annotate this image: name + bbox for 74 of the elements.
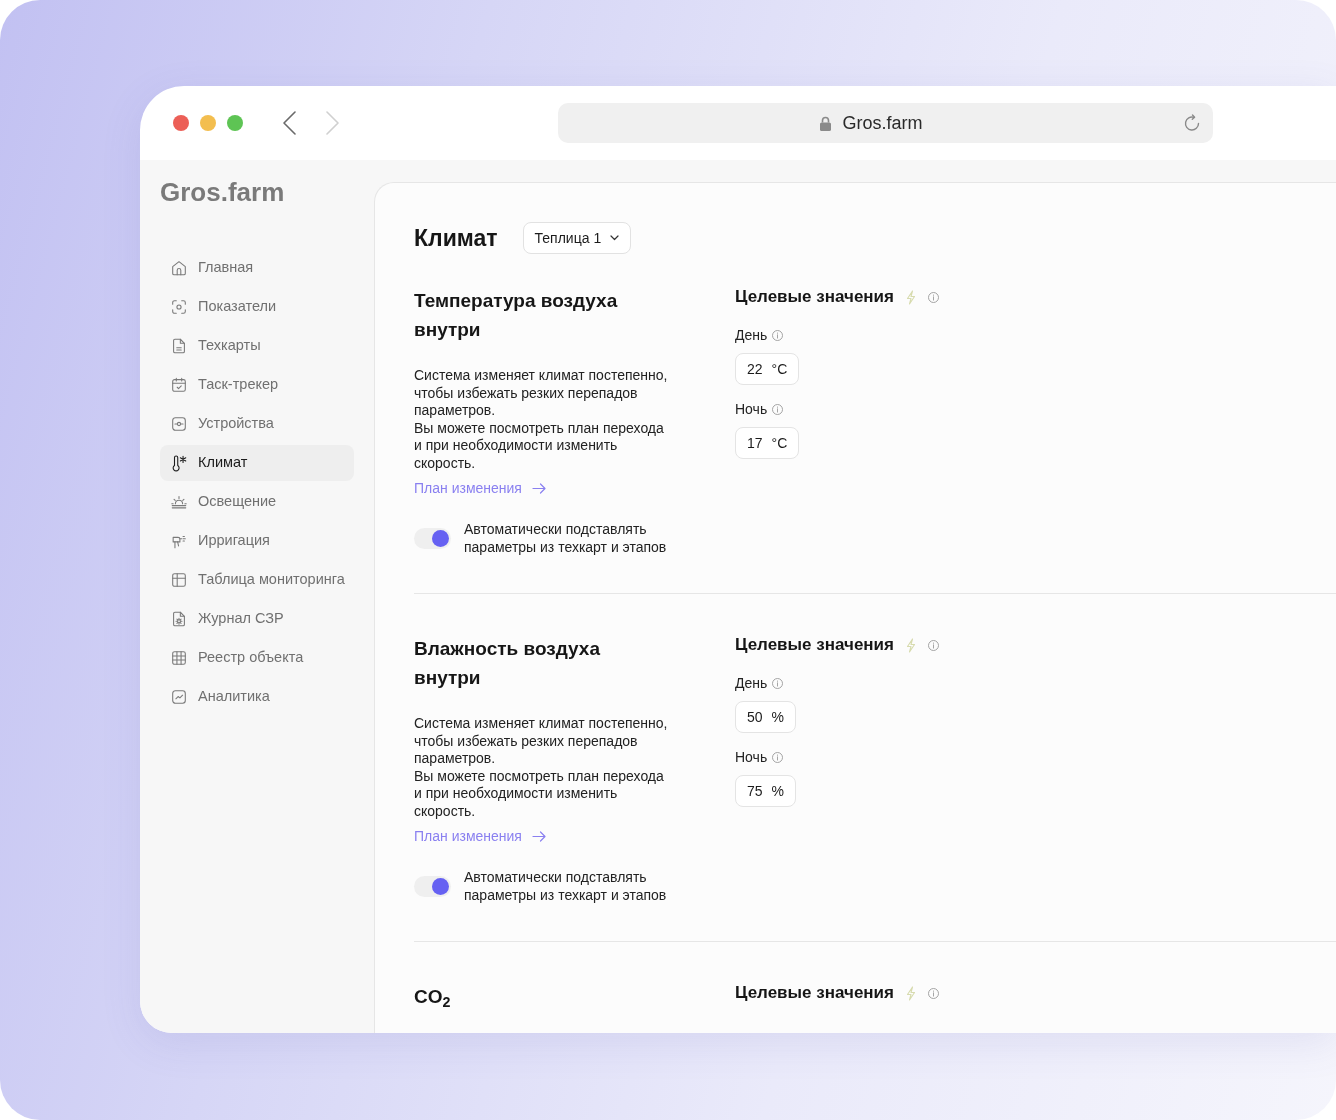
brand-logo: Gros.farm — [160, 177, 285, 207]
info-icon — [772, 329, 784, 341]
sidebar-item[interactable]: Таск-трекер — [160, 367, 354, 403]
change-plan-link[interactable]: План изменения — [414, 828, 546, 845]
section-description: Система изменяет климат постепенно, чтобы избежать резких перепадов параметров. — [414, 367, 669, 420]
field-label: Ночь — [735, 748, 768, 766]
value-field[interactable]: 50 % — [735, 701, 797, 733]
field-label: День — [735, 326, 768, 344]
field-label: День — [735, 674, 768, 692]
chevron-left-icon — [283, 111, 296, 135]
grid-icon — [170, 649, 188, 667]
info-icon — [927, 987, 939, 999]
lock-icon — [820, 115, 832, 131]
target-values-heading: Целевые значения — [735, 634, 894, 656]
url-text: Gros.farm — [842, 111, 923, 135]
house-icon — [170, 259, 188, 277]
field-label: Ночь — [735, 400, 768, 418]
page-title: Климат — [414, 224, 498, 252]
sidebar-item[interactable]: Реестр объекта — [160, 640, 354, 676]
back-button[interactable] — [283, 111, 296, 135]
toggle-label: Автоматически подставлять параметры из техкарт и этапов — [464, 520, 668, 556]
section-description: Система изменяет климат постепенно, чтобы избежать резких перепадов параметров. — [414, 715, 669, 768]
window-zoom-button[interactable] — [227, 115, 243, 131]
toggle-label: Автоматически подставлять параметры из техкарт и этапов — [464, 868, 668, 904]
target-values-heading: Целевые значения — [735, 982, 894, 1004]
sidebar-item[interactable]: Устройства — [160, 406, 354, 442]
sidebar-item[interactable]: Техкарты — [160, 328, 354, 364]
sidebar-item[interactable]: Ирригация — [160, 523, 354, 559]
window-close-button[interactable] — [173, 115, 189, 131]
arrow-right-icon — [531, 831, 546, 842]
lightning-icon — [905, 289, 916, 305]
reload-button[interactable] — [1183, 114, 1201, 132]
section-title: Влажность воздуха внутри — [414, 637, 601, 690]
arrow-right-icon — [531, 483, 546, 494]
table-icon — [170, 571, 188, 589]
change-plan-link[interactable]: План изменения — [414, 480, 546, 497]
thermometer-snowflake-icon — [170, 454, 188, 472]
chevron-right-icon — [326, 111, 339, 135]
sidebar-item[interactable]: Аналитика — [160, 679, 354, 715]
sidebar-item[interactable]: Освещение — [160, 484, 354, 520]
calendar-check-icon — [170, 376, 188, 394]
reload-icon — [1183, 114, 1201, 132]
device-icon — [170, 415, 188, 433]
sidebar-item[interactable]: Главная — [160, 250, 354, 286]
sidebar-item[interactable]: Журнал СЗР — [160, 601, 354, 637]
chevron-down-icon — [610, 235, 620, 241]
document-gear-icon — [170, 610, 188, 628]
greenhouse-dropdown[interactable]: Теплица 1 — [522, 222, 632, 254]
info-icon — [927, 291, 939, 303]
focus-frame-icon — [170, 298, 188, 316]
section-description: Вы можете посмотреть план перехода и при необходимости изменить скорость. — [414, 767, 665, 820]
info-icon — [772, 677, 784, 689]
value-field[interactable]: 75 % — [735, 775, 797, 807]
info-icon — [772, 403, 784, 415]
value-field[interactable]: 17 °C — [735, 427, 800, 459]
document-icon — [170, 337, 188, 355]
chart-icon — [170, 688, 188, 706]
lightning-icon — [905, 637, 916, 653]
lightning-icon — [905, 985, 916, 1001]
window-minimize-button[interactable] — [200, 115, 216, 131]
info-icon — [927, 639, 939, 651]
section-title: Температура воздуха внутри — [414, 289, 619, 342]
sidebar-item[interactable]: Таблица мониторинга — [160, 562, 354, 598]
section-description: Вы можете посмотреть план перехода и при необходимости изменить скорость. — [414, 419, 665, 472]
section-title: CO$_{2}$ — [414, 985, 451, 1011]
toggle-switch[interactable] — [414, 527, 451, 549]
address-bar[interactable]: Gros.farm — [558, 103, 1213, 143]
toggle-switch[interactable] — [414, 875, 451, 897]
value-field[interactable]: 22 °C — [735, 353, 800, 385]
sidebar-item[interactable]: Климат — [160, 445, 354, 481]
target-values-heading: Целевые значения — [735, 286, 894, 308]
info-icon — [772, 751, 784, 763]
sidebar-item[interactable]: Показатели — [160, 289, 354, 325]
sunrise-icon — [170, 493, 188, 511]
